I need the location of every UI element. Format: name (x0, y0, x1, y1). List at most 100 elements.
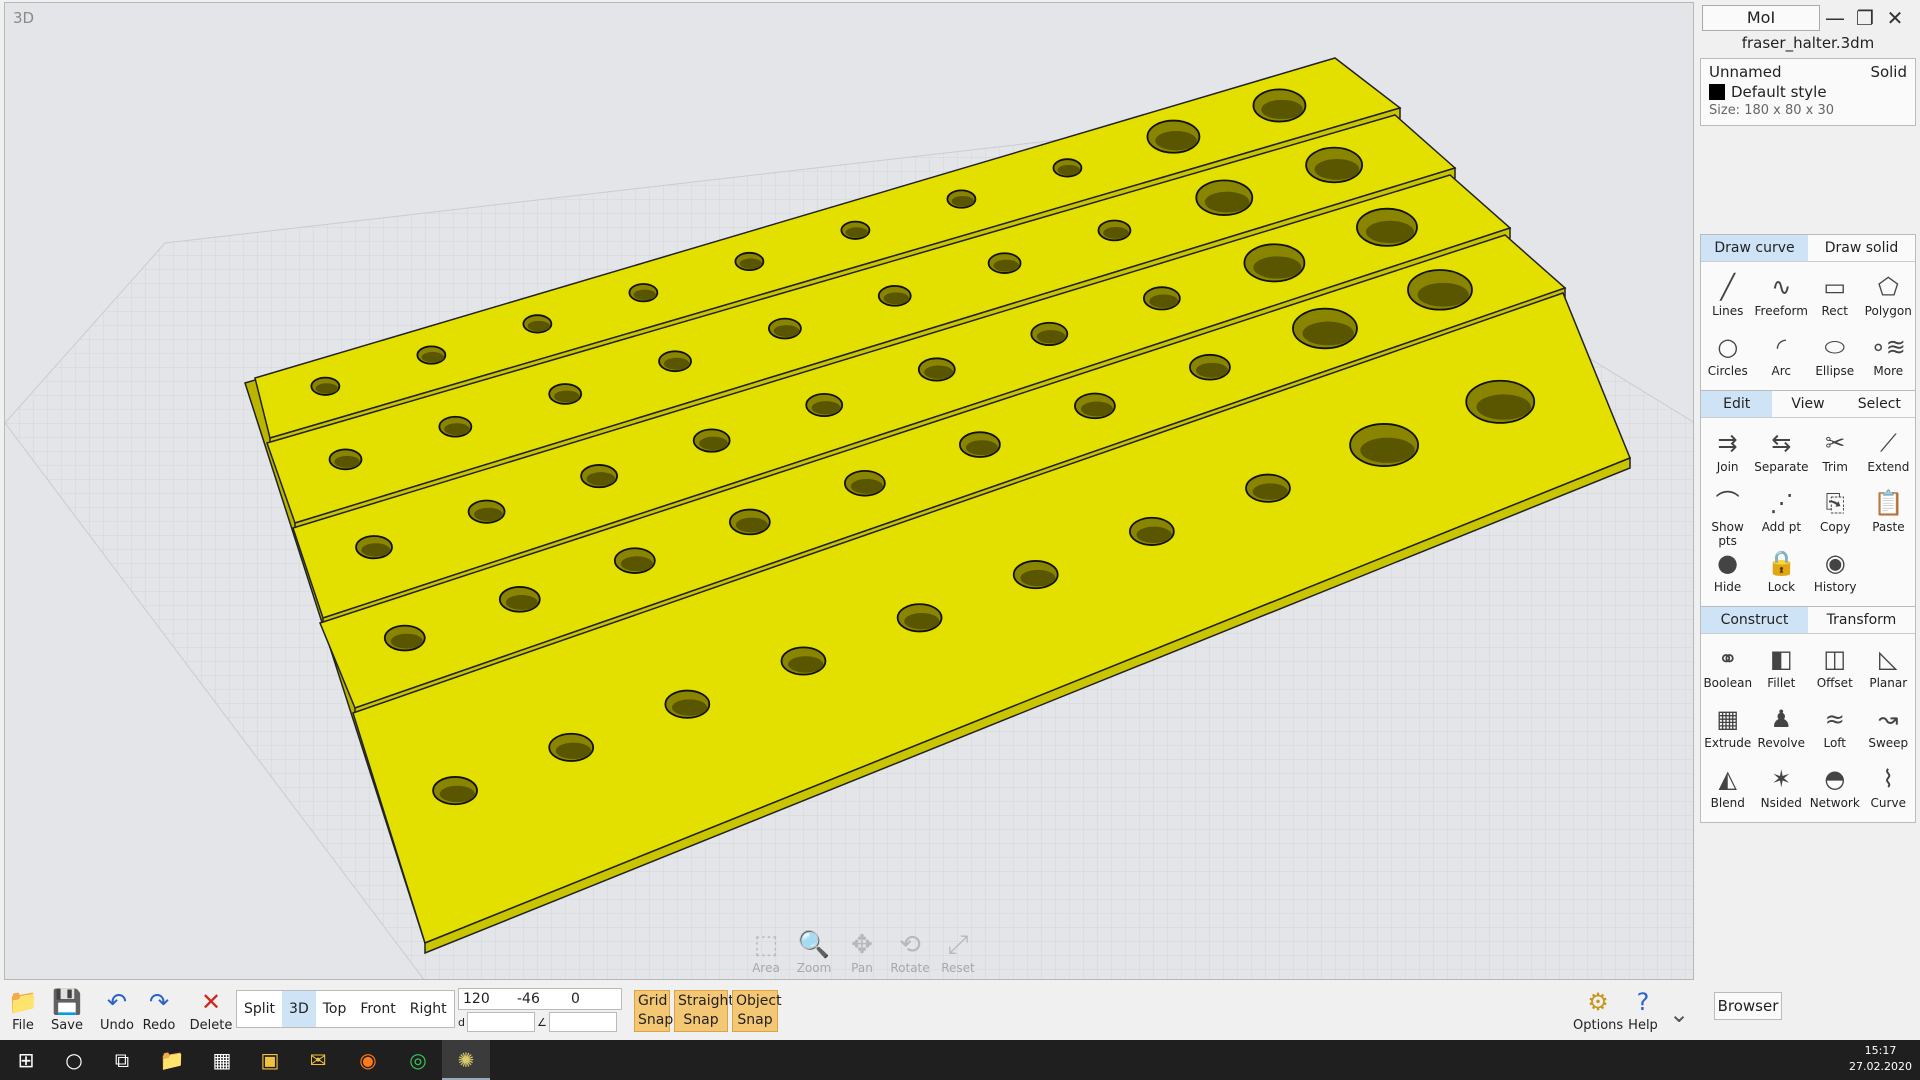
3d-viewport[interactable]: 3D ⬚ Area 🔍 Zoom ✥ Pan ⟲ Rotate ⤢ Reset (4, 2, 1694, 980)
maximize-icon[interactable]: ❐ (1850, 6, 1880, 30)
reset-nav-button[interactable]: ⤢ Reset (937, 929, 979, 975)
app-menu-button[interactable]: MoI (1702, 5, 1820, 31)
zoom-nav-button[interactable]: 🔍 Zoom (793, 929, 835, 975)
view-top-button[interactable]: Top (316, 991, 354, 1027)
join-button[interactable]: ⇉ Join (1701, 422, 1754, 482)
task-view-icon[interactable]: ⧉ (98, 1040, 146, 1080)
polygon-button[interactable]: ⬠ Polygon (1862, 266, 1916, 326)
hole-inner (951, 196, 975, 207)
separate-button[interactable]: ⇆ Separate (1754, 422, 1808, 482)
nsided-button[interactable]: ✶ Nsided (1755, 758, 1809, 818)
extend-button[interactable]: ⟋ Extend (1862, 422, 1915, 482)
tab-edit[interactable]: Edit (1701, 391, 1773, 417)
circles-button[interactable]: ○ Circles (1701, 326, 1755, 386)
straight-snap-toggle[interactable]: Straight Snap (674, 990, 734, 1032)
loft-button[interactable]: ≈ Loft (1808, 698, 1862, 758)
object-name[interactable]: Unnamed (1709, 63, 1782, 81)
hole-inner (699, 436, 728, 451)
offset-button[interactable]: ◫ Offset (1808, 638, 1862, 698)
tab-construct[interactable]: Construct (1701, 607, 1808, 633)
redo-button[interactable]: ↷ Redo (136, 986, 182, 1033)
view-front-button[interactable]: Front (353, 991, 402, 1027)
hide-icon: ● (1717, 549, 1739, 577)
rotate-icon: ⟲ (899, 930, 921, 960)
blend-button[interactable]: ◭ Blend (1701, 758, 1755, 818)
coordinate-xyz[interactable]: 120 -46 0 (458, 988, 622, 1010)
file-button[interactable]: 📁 File (0, 986, 46, 1033)
eye-app-icon[interactable]: ◎ (394, 1040, 442, 1080)
lock-button[interactable]: 🔒 Lock (1754, 542, 1808, 602)
arc-button[interactable]: ◜ Arc (1755, 326, 1809, 386)
tab-draw-curve[interactable]: Draw curve (1701, 235, 1808, 261)
command-label: Blend (1710, 796, 1745, 810)
search-icon[interactable]: ○ (50, 1040, 98, 1080)
rect-button[interactable]: ▭ Rect (1808, 266, 1862, 326)
pan-nav-button[interactable]: ✥ Pan (841, 929, 883, 975)
lines-icon: ╱ (1720, 273, 1735, 301)
calculator-icon[interactable]: ▦ (198, 1040, 246, 1080)
paste-button[interactable]: 📋 Paste (1862, 482, 1915, 542)
rotate-nav-button[interactable]: ⟲ Rotate (889, 929, 931, 975)
view-right-button[interactable]: Right (403, 991, 454, 1027)
more-button[interactable]: ∘≋ More (1862, 326, 1916, 386)
hole-inner (1149, 294, 1179, 308)
offset-icon: ◫ (1823, 645, 1847, 673)
more-icon: ∘≋ (1870, 333, 1906, 361)
save-button[interactable]: 💾 Save (44, 986, 90, 1033)
mail-icon[interactable]: ✉ (294, 1040, 342, 1080)
view-3d-button[interactable]: 3D (282, 991, 316, 1027)
tab-transform[interactable]: Transform (1808, 607, 1915, 633)
ellipse-button[interactable]: ⬭ Ellipse (1808, 326, 1862, 386)
hole-inner (883, 292, 910, 305)
hole-inner (1314, 158, 1360, 180)
minimize-icon[interactable]: — (1820, 6, 1850, 30)
firefox-icon[interactable]: ◉ (344, 1040, 392, 1080)
distance-input[interactable] (466, 1012, 535, 1032)
copy-button[interactable]: ⎘ Copy (1809, 482, 1862, 542)
extrude-button[interactable]: ▦ Extrude (1701, 698, 1755, 758)
area-nav-button[interactable]: ⬚ Area (745, 929, 787, 975)
freeform-button[interactable]: ∿ Freeform (1755, 266, 1809, 326)
show-pts-button[interactable]: ⌒ Show pts (1701, 482, 1754, 548)
planar-button[interactable]: ◺ Planar (1862, 638, 1916, 698)
tab-view[interactable]: View (1772, 391, 1843, 417)
chevron-down-icon[interactable]: ⌄ (1656, 998, 1702, 1030)
browser-button[interactable]: Browser (1714, 992, 1782, 1020)
lines-button[interactable]: ╱ Lines (1701, 266, 1755, 326)
tab-draw-solid[interactable]: Draw solid (1808, 235, 1915, 261)
add-pt-button[interactable]: ⋰ Add pt (1754, 482, 1808, 542)
command-label: Paste (1872, 520, 1905, 534)
revolve-button[interactable]: ♟ Revolve (1755, 698, 1809, 758)
sweep-button[interactable]: ↝ Sweep (1862, 698, 1916, 758)
delete-icon: ✕ (200, 988, 222, 1016)
app-icon-2[interactable]: ▣ (246, 1040, 294, 1080)
nav-label: Pan (851, 961, 873, 975)
tab-select[interactable]: Select (1844, 391, 1915, 417)
view-split-button[interactable]: Split (237, 991, 282, 1027)
history-button[interactable]: ◉ History (1809, 542, 1862, 602)
fillet-button[interactable]: ◧ Fillet (1755, 638, 1809, 698)
sweep-icon: ↝ (1878, 705, 1899, 733)
system-clock[interactable]: 15:17 27.02.2020 (1849, 1043, 1912, 1075)
model-scene[interactable] (5, 3, 1694, 980)
grid-snap-toggle[interactable]: Grid Snap (634, 990, 673, 1032)
close-icon[interactable]: ✕ (1880, 6, 1910, 30)
moi-taskbar-icon[interactable]: ✺ (442, 1040, 490, 1080)
hole-inner (315, 383, 338, 394)
angle-input[interactable] (548, 1012, 617, 1032)
curve-button[interactable]: ⌇ Curve (1862, 758, 1916, 818)
hole-inner (845, 227, 869, 238)
options-button[interactable]: ⚙ Options (1573, 986, 1623, 1033)
redo-icon: ↷ (148, 988, 170, 1016)
edit-panel: Edit View Select ⇉ Join ⇆ Separate ✂ Trim ⟋ Exten… (1700, 390, 1916, 607)
trim-button[interactable]: ✂ Trim (1809, 422, 1862, 482)
file-explorer-icon[interactable]: 📁 (148, 1040, 196, 1080)
network-button[interactable]: ◓ Network (1808, 758, 1862, 818)
style-selector[interactable]: Default style (1709, 83, 1907, 101)
delete-button[interactable]: ✕ Delete (188, 986, 234, 1033)
undo-button[interactable]: ↶ Undo (94, 986, 140, 1033)
boolean-button[interactable]: ⚭ Boolean (1701, 638, 1755, 698)
windows-start-icon[interactable]: ⊞ (2, 1040, 50, 1080)
object-snap-toggle[interactable]: Object Snap (732, 990, 782, 1032)
hide-button[interactable]: ● Hide (1701, 542, 1754, 602)
